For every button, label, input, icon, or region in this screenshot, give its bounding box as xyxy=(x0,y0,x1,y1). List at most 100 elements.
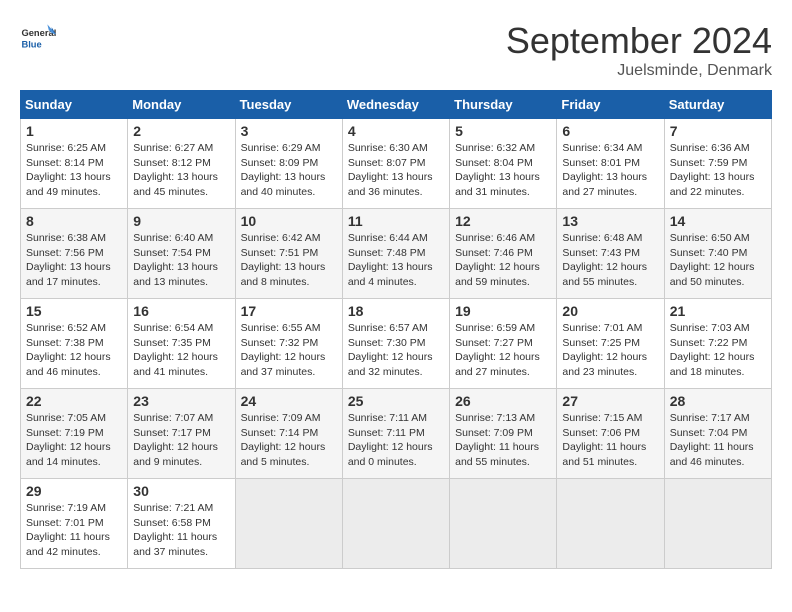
day-number: 26 xyxy=(455,393,551,409)
calendar-cell xyxy=(664,479,771,569)
cell-info: Sunrise: 7:13 AMSunset: 7:09 PMDaylight:… xyxy=(455,411,551,470)
day-number: 17 xyxy=(241,303,337,319)
week-row-5: 29 Sunrise: 7:19 AMSunset: 7:01 PMDayligh… xyxy=(21,479,772,569)
logo: General Blue xyxy=(20,20,56,56)
cell-info: Sunrise: 6:44 AMSunset: 7:48 PMDaylight:… xyxy=(348,231,444,290)
logo-icon: General Blue xyxy=(20,20,56,56)
weekday-header-row: SundayMondayTuesdayWednesdayThursdayFrid… xyxy=(21,91,772,119)
calendar-cell: 7Sunrise: 6:36 AMSunset: 7:59 PMDaylight… xyxy=(664,119,771,209)
month-title: September 2024 xyxy=(506,20,772,62)
day-number: 24 xyxy=(241,393,337,409)
day-number: 10 xyxy=(241,213,337,229)
calendar-cell: 18 Sunrise: 6:57 AMSunset: 7:30 PMDayligh… xyxy=(342,299,449,389)
weekday-header-thursday: Thursday xyxy=(450,91,557,119)
cell-info: Sunrise: 6:30 AMSunset: 8:07 PMDaylight:… xyxy=(348,141,444,200)
calendar-cell: 27 Sunrise: 7:15 AMSunset: 7:06 PMDayligh… xyxy=(557,389,664,479)
day-number: 6 xyxy=(562,123,658,139)
cell-info: Sunrise: 7:07 AMSunset: 7:17 PMDaylight:… xyxy=(133,411,229,470)
cell-info: Sunrise: 6:42 AMSunset: 7:51 PMDaylight:… xyxy=(241,231,337,290)
weekday-header-sunday: Sunday xyxy=(21,91,128,119)
cell-info: Sunrise: 6:50 AMSunset: 7:40 PMDaylight:… xyxy=(670,231,766,290)
cell-info: Sunrise: 6:34 AMSunset: 8:01 PMDaylight:… xyxy=(562,141,658,200)
day-number: 25 xyxy=(348,393,444,409)
day-number: 8 xyxy=(26,213,122,229)
title-block: September 2024 Juelsminde, Denmark xyxy=(506,20,772,80)
calendar-cell: 14 Sunrise: 6:50 AMSunset: 7:40 PMDayligh… xyxy=(664,209,771,299)
calendar-cell: 1 Sunrise: 6:25 AMSunset: 8:14 PMDaylight… xyxy=(21,119,128,209)
calendar-cell: 10 Sunrise: 6:42 AMSunset: 7:51 PMDayligh… xyxy=(235,209,342,299)
day-number: 5 xyxy=(455,123,551,139)
cell-info: Sunrise: 7:11 AMSunset: 7:11 PMDaylight:… xyxy=(348,411,444,470)
cell-info: Sunrise: 7:21 AMSunset: 6:58 PMDaylight:… xyxy=(133,501,229,560)
week-row-4: 22Sunrise: 7:05 AMSunset: 7:19 PMDayligh… xyxy=(21,389,772,479)
svg-text:Blue: Blue xyxy=(21,39,41,49)
cell-info: Sunrise: 7:17 AMSunset: 7:04 PMDaylight:… xyxy=(670,411,766,470)
calendar-cell: 22Sunrise: 7:05 AMSunset: 7:19 PMDayligh… xyxy=(21,389,128,479)
day-number: 11 xyxy=(348,213,444,229)
calendar-cell: 17 Sunrise: 6:55 AMSunset: 7:32 PMDayligh… xyxy=(235,299,342,389)
calendar-cell: 29 Sunrise: 7:19 AMSunset: 7:01 PMDayligh… xyxy=(21,479,128,569)
day-number: 13 xyxy=(562,213,658,229)
calendar-cell: 19 Sunrise: 6:59 AMSunset: 7:27 PMDayligh… xyxy=(450,299,557,389)
cell-info: Sunrise: 6:27 AMSunset: 8:12 PMDaylight:… xyxy=(133,141,229,200)
cell-info: Sunrise: 6:57 AMSunset: 7:30 PMDaylight:… xyxy=(348,321,444,380)
calendar-cell: 15Sunrise: 6:52 AMSunset: 7:38 PMDayligh… xyxy=(21,299,128,389)
calendar-cell xyxy=(235,479,342,569)
calendar-cell xyxy=(557,479,664,569)
cell-info: Sunrise: 6:59 AMSunset: 7:27 PMDaylight:… xyxy=(455,321,551,380)
calendar-cell: 25 Sunrise: 7:11 AMSunset: 7:11 PMDayligh… xyxy=(342,389,449,479)
weekday-header-saturday: Saturday xyxy=(664,91,771,119)
calendar-cell: 30 Sunrise: 7:21 AMSunset: 6:58 PMDayligh… xyxy=(128,479,235,569)
cell-info: Sunrise: 6:55 AMSunset: 7:32 PMDaylight:… xyxy=(241,321,337,380)
day-number: 28 xyxy=(670,393,766,409)
week-row-1: 1 Sunrise: 6:25 AMSunset: 8:14 PMDaylight… xyxy=(21,119,772,209)
day-number: 22 xyxy=(26,393,122,409)
day-number: 18 xyxy=(348,303,444,319)
day-number: 1 xyxy=(26,123,122,139)
calendar-cell: 12 Sunrise: 6:46 AMSunset: 7:46 PMDayligh… xyxy=(450,209,557,299)
weekday-header-monday: Monday xyxy=(128,91,235,119)
cell-info: Sunrise: 7:01 AMSunset: 7:25 PMDaylight:… xyxy=(562,321,658,380)
calendar-cell: 11 Sunrise: 6:44 AMSunset: 7:48 PMDayligh… xyxy=(342,209,449,299)
day-number: 19 xyxy=(455,303,551,319)
page-header: General Blue September 2024 Juelsminde, … xyxy=(20,20,772,80)
weekday-header-tuesday: Tuesday xyxy=(235,91,342,119)
day-number: 21 xyxy=(670,303,766,319)
week-row-3: 15Sunrise: 6:52 AMSunset: 7:38 PMDayligh… xyxy=(21,299,772,389)
cell-info: Sunrise: 7:09 AMSunset: 7:14 PMDaylight:… xyxy=(241,411,337,470)
calendar-cell: 5Sunrise: 6:32 AMSunset: 8:04 PMDaylight… xyxy=(450,119,557,209)
calendar-cell: 9Sunrise: 6:40 AMSunset: 7:54 PMDaylight… xyxy=(128,209,235,299)
day-number: 23 xyxy=(133,393,229,409)
calendar-cell: 8 Sunrise: 6:38 AMSunset: 7:56 PMDaylight… xyxy=(21,209,128,299)
calendar-table: SundayMondayTuesdayWednesdayThursdayFrid… xyxy=(20,90,772,569)
calendar-cell xyxy=(342,479,449,569)
cell-info: Sunrise: 7:03 AMSunset: 7:22 PMDaylight:… xyxy=(670,321,766,380)
day-number: 14 xyxy=(670,213,766,229)
cell-info: Sunrise: 6:48 AMSunset: 7:43 PMDaylight:… xyxy=(562,231,658,290)
calendar-cell: 16Sunrise: 6:54 AMSunset: 7:35 PMDayligh… xyxy=(128,299,235,389)
day-number: 12 xyxy=(455,213,551,229)
day-number: 9 xyxy=(133,213,229,229)
calendar-cell: 4 Sunrise: 6:30 AMSunset: 8:07 PMDaylight… xyxy=(342,119,449,209)
day-number: 30 xyxy=(133,483,229,499)
calendar-cell: 26 Sunrise: 7:13 AMSunset: 7:09 PMDayligh… xyxy=(450,389,557,479)
day-number: 27 xyxy=(562,393,658,409)
calendar-cell: 23 Sunrise: 7:07 AMSunset: 7:17 PMDayligh… xyxy=(128,389,235,479)
cell-info: Sunrise: 6:36 AMSunset: 7:59 PMDaylight:… xyxy=(670,141,766,200)
weekday-header-friday: Friday xyxy=(557,91,664,119)
cell-info: Sunrise: 6:52 AMSunset: 7:38 PMDaylight:… xyxy=(26,321,122,380)
day-number: 4 xyxy=(348,123,444,139)
calendar-cell: 28 Sunrise: 7:17 AMSunset: 7:04 PMDayligh… xyxy=(664,389,771,479)
cell-info: Sunrise: 7:19 AMSunset: 7:01 PMDaylight:… xyxy=(26,501,122,560)
day-number: 29 xyxy=(26,483,122,499)
cell-info: Sunrise: 6:25 AMSunset: 8:14 PMDaylight:… xyxy=(26,141,122,200)
cell-info: Sunrise: 6:38 AMSunset: 7:56 PMDaylight:… xyxy=(26,231,122,290)
cell-info: Sunrise: 7:15 AMSunset: 7:06 PMDaylight:… xyxy=(562,411,658,470)
weekday-header-wednesday: Wednesday xyxy=(342,91,449,119)
day-number: 16 xyxy=(133,303,229,319)
week-row-2: 8 Sunrise: 6:38 AMSunset: 7:56 PMDaylight… xyxy=(21,209,772,299)
cell-info: Sunrise: 6:46 AMSunset: 7:46 PMDaylight:… xyxy=(455,231,551,290)
calendar-cell: 20Sunrise: 7:01 AMSunset: 7:25 PMDayligh… xyxy=(557,299,664,389)
calendar-cell: 2Sunrise: 6:27 AMSunset: 8:12 PMDaylight… xyxy=(128,119,235,209)
location-subtitle: Juelsminde, Denmark xyxy=(506,62,772,80)
